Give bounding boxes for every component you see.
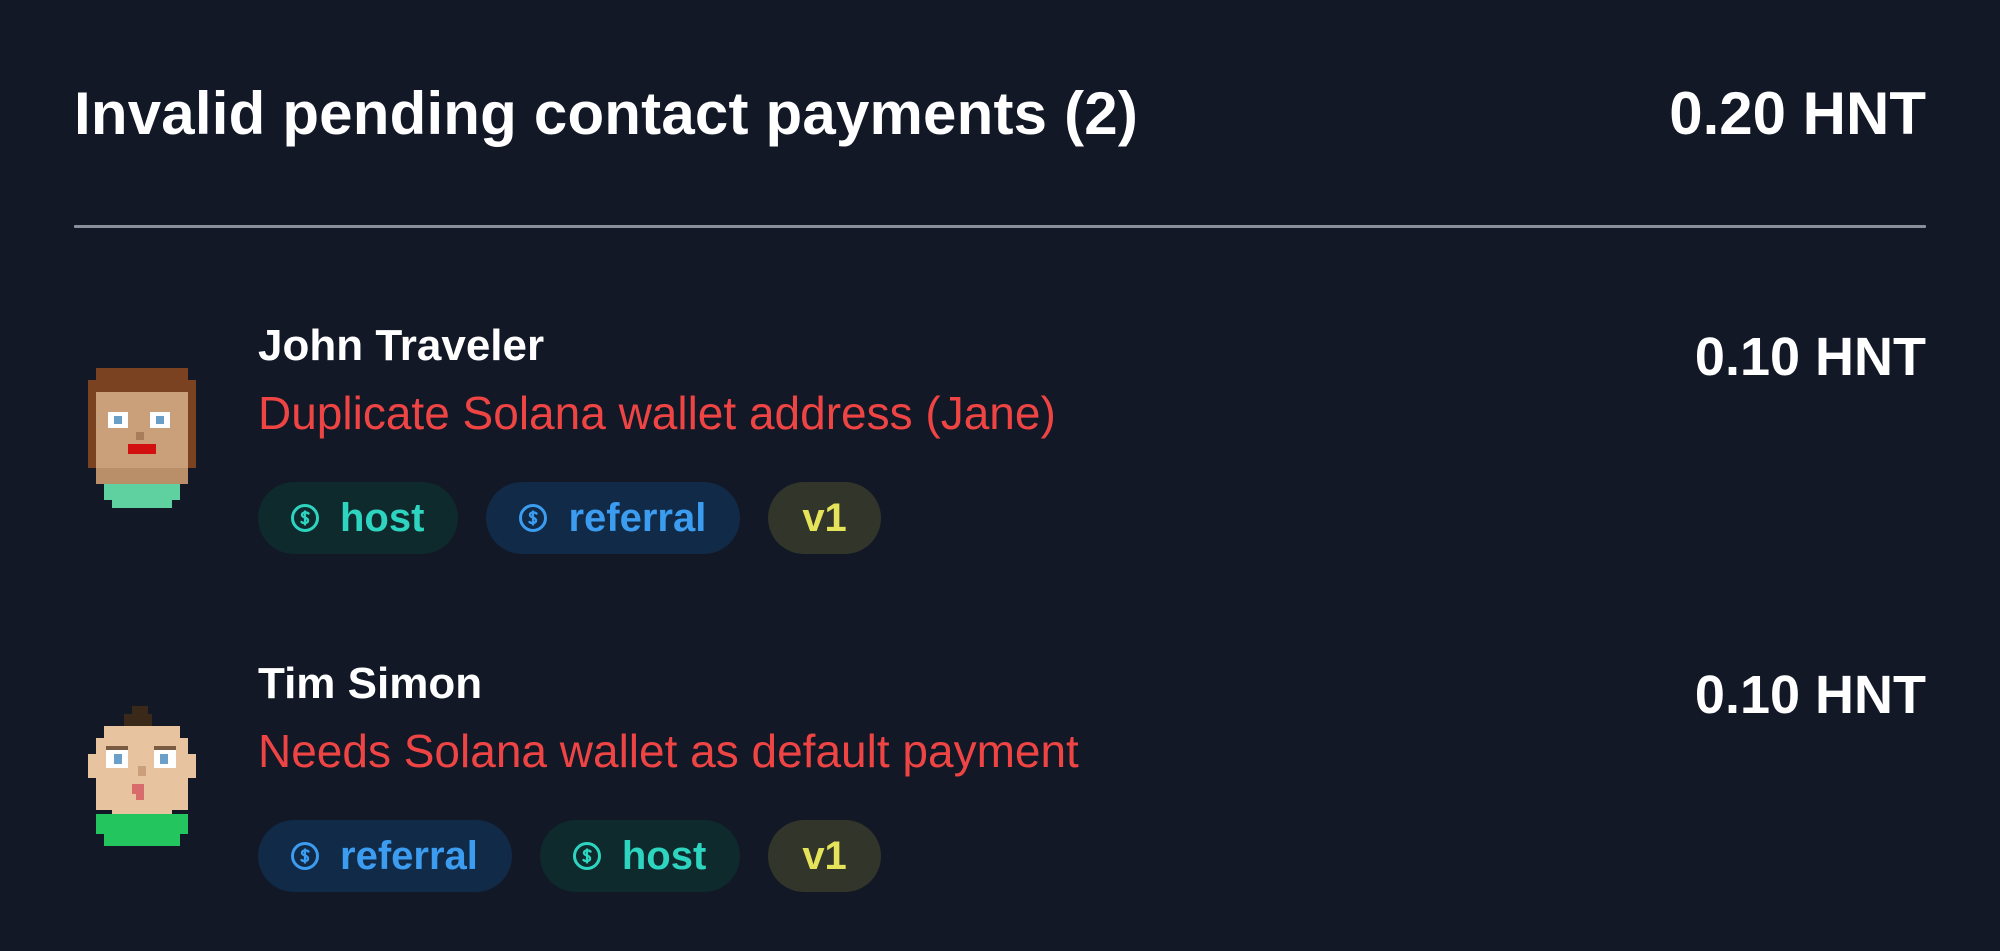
tag-label: host [340,495,425,540]
payment-amount: 0.10 HNT [1694,327,1926,387]
error-message: Duplicate Solana wallet address (Jane) [258,387,1056,439]
version-tag: v1 [768,482,881,554]
host-tag: host [539,820,741,892]
avatar [88,368,196,508]
total-amount: 0.20 HNT [1669,79,1926,147]
tag-label: host [621,833,707,878]
tag-list: host referral v1 [258,482,881,554]
dollar-circle-icon [572,841,602,871]
referral-tag: referral [486,482,741,554]
version-tag: v1 [768,820,881,892]
host-tag: host [258,482,459,554]
tag-label: v1 [802,495,847,540]
error-message: Needs Solana wallet as default payment [258,725,1079,777]
panel-title: Invalid pending contact payments (2) [74,79,1139,147]
tag-label: v1 [802,833,847,878]
panel-header: Invalid pending contact payments (2) 0.2… [74,72,1926,154]
tag-label: referral [340,833,478,878]
dollar-circle-icon [290,841,320,871]
tag-label: referral [568,495,707,540]
contact-name: John Traveler [258,321,545,370]
tag-list: referral host v1 [258,820,881,892]
dollar-circle-icon [290,503,320,533]
payment-row[interactable]: John Traveler Duplicate Solana wallet ad… [74,310,1926,554]
contact-name: Tim Simon [258,659,483,708]
dollar-circle-icon [518,503,548,533]
payment-row[interactable]: Tim Simon Needs Solana wallet as default… [74,648,1926,892]
payment-amount: 0.10 HNT [1694,665,1926,725]
avatar [88,706,196,846]
referral-tag: referral [258,820,512,892]
divider [74,225,1926,228]
invalid-payments-panel: Invalid pending contact payments (2) 0.2… [74,0,1926,951]
